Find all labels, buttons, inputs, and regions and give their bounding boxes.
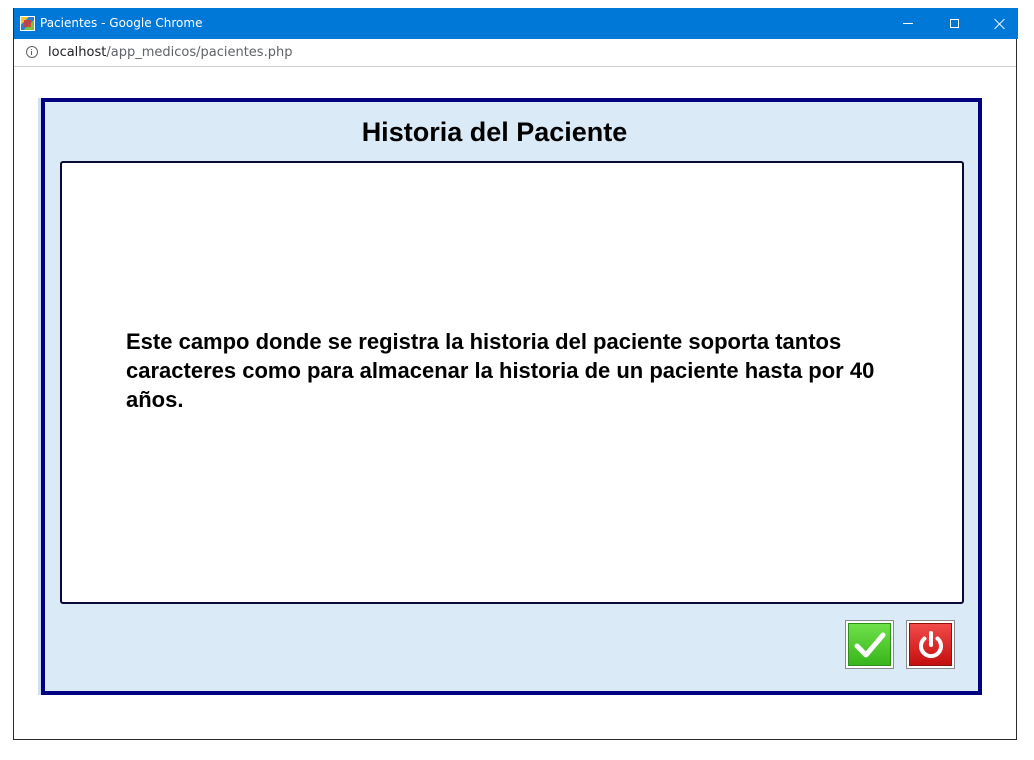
- address-bar[interactable]: localhost/app_medicos/pacientes.php: [14, 39, 1016, 67]
- accept-button[interactable]: [845, 620, 894, 669]
- history-textarea[interactable]: Este campo donde se registra la historia…: [60, 161, 964, 604]
- window-title: Pacientes - Google Chrome: [40, 16, 203, 30]
- panel-title: Historia del Paciente: [361, 117, 628, 147]
- exit-button[interactable]: [906, 620, 955, 669]
- close-button[interactable]: [977, 8, 1023, 39]
- title-bar[interactable]: Pacientes - Google Chrome: [14, 8, 1018, 39]
- url-host: localhost: [48, 45, 107, 60]
- close-icon: [994, 18, 1006, 30]
- browser-window: Pacientes - Google Chrome localhost/app_…: [13, 8, 1018, 740]
- maximize-icon: [949, 19, 959, 28]
- app-icon: [20, 16, 35, 31]
- history-text: Este campo donde se registra la historia…: [126, 329, 875, 412]
- maximize-button[interactable]: [931, 8, 977, 39]
- url-path: /app_medicos/pacientes.php: [106, 45, 293, 60]
- minimize-button[interactable]: [885, 8, 931, 39]
- power-icon: [918, 630, 943, 658]
- patient-history-panel: Historia del Paciente Este campo donde s…: [41, 98, 982, 695]
- info-icon[interactable]: [26, 46, 38, 58]
- url-text[interactable]: localhost/app_medicos/pacientes.php: [48, 45, 292, 61]
- minimize-icon: [903, 23, 913, 24]
- checkmark-icon: [854, 632, 885, 657]
